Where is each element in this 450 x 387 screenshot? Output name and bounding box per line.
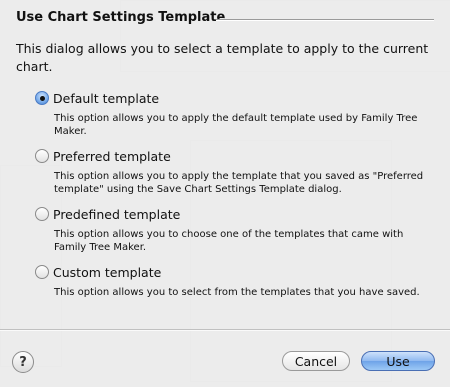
dialog-intro-text: This dialog allows you to select a templ… [16,41,429,74]
option-predefined-template-head[interactable]: Predefined template [35,205,440,223]
option-predefined-template-label[interactable]: Predefined template [53,207,180,222]
radio-predefined-template[interactable] [35,207,49,221]
option-preferred-template[interactable]: Preferred template This option allows yo… [35,147,440,196]
option-custom-template-label[interactable]: Custom template [53,265,161,280]
option-custom-template[interactable]: Custom template This option allows you t… [35,263,440,299]
option-predefined-template[interactable]: Predefined template This option allows y… [35,205,440,254]
radio-preferred-template[interactable] [35,149,49,163]
option-predefined-template-description: This option allows you to choose one of … [54,229,404,253]
option-default-template-head[interactable]: Default template [35,89,440,107]
radio-selected-dot-icon [39,95,45,101]
dialog-title: Use Chart Settings Template [16,10,226,25]
title-separator [216,19,434,21]
use-button[interactable]: Use [361,351,435,371]
cancel-button[interactable]: Cancel [282,351,350,371]
chart-template-dialog: Use Chart Settings Template This dialog … [0,0,450,387]
option-preferred-template-description: This option allows you to apply the temp… [54,171,424,195]
option-custom-template-head[interactable]: Custom template [35,263,440,281]
footer-separator [0,329,450,331]
help-button[interactable]: ? [12,351,34,373]
option-default-template[interactable]: Default template This option allows you … [35,89,440,138]
option-default-template-description: This option allows you to apply the defa… [54,113,418,137]
radio-default-template[interactable] [35,91,49,105]
radio-custom-template[interactable] [35,265,49,279]
option-preferred-template-head[interactable]: Preferred template [35,147,440,165]
option-default-template-label[interactable]: Default template [53,91,159,106]
option-preferred-template-label[interactable]: Preferred template [53,149,171,164]
option-custom-template-description: This option allows you to select from th… [54,287,420,298]
